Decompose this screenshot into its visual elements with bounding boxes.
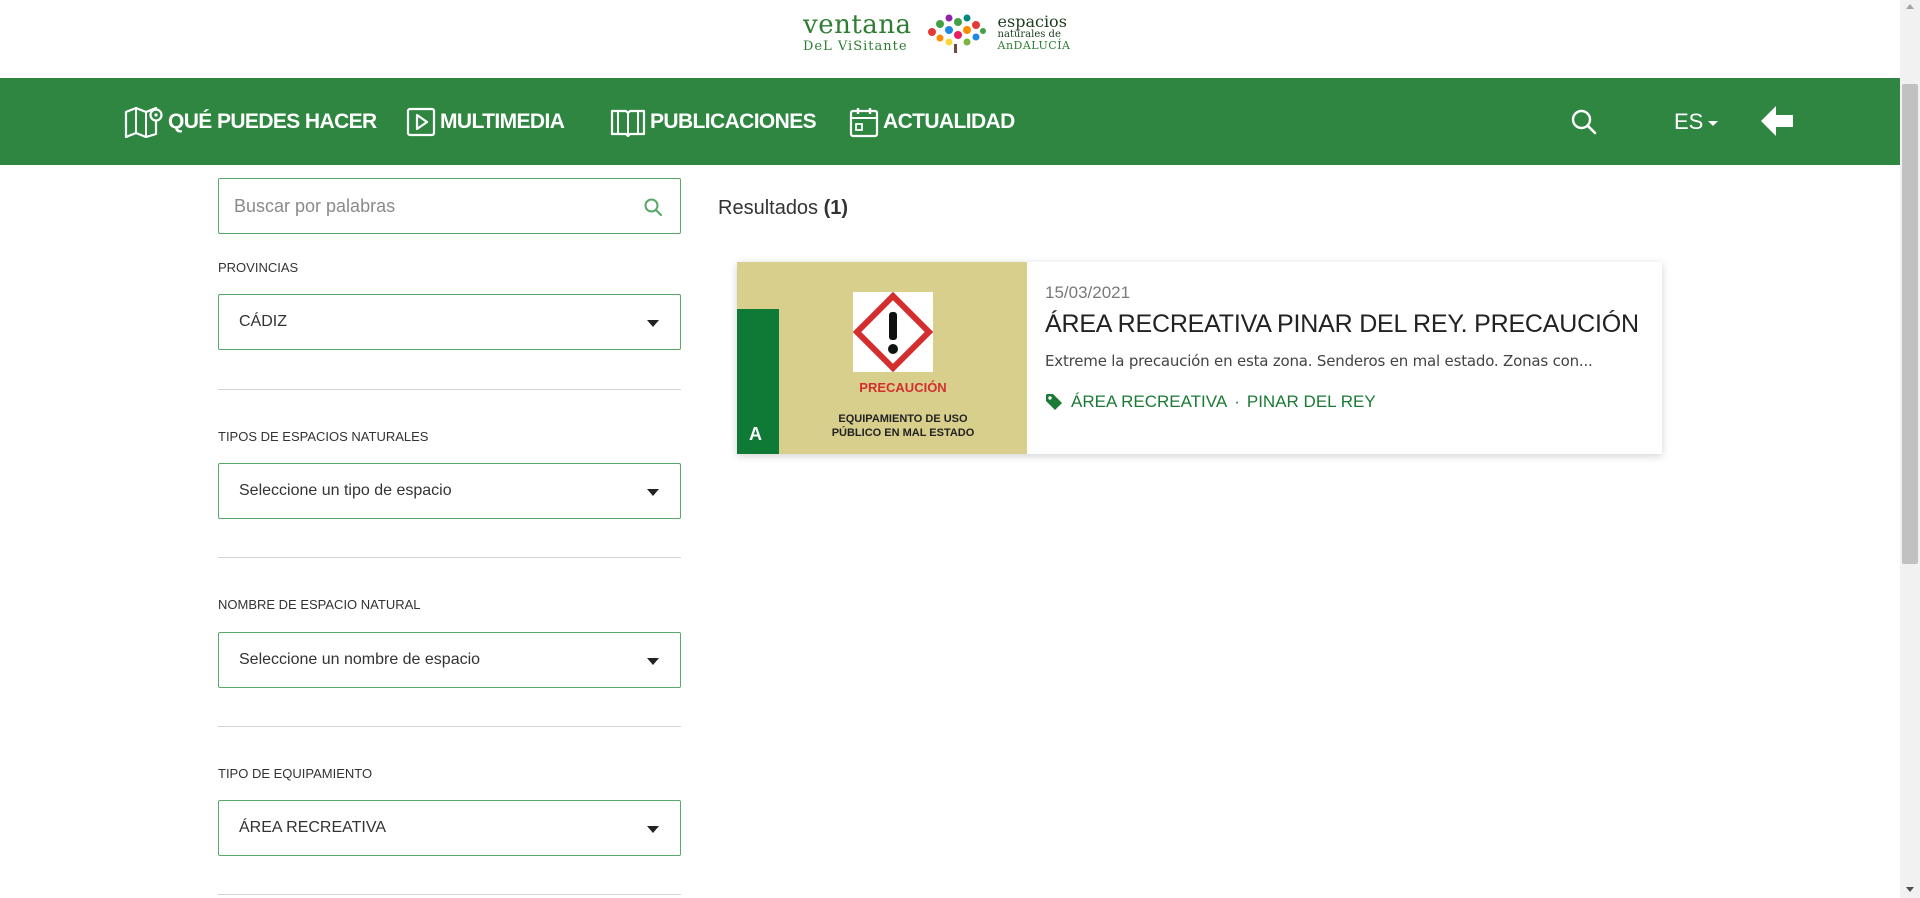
logo-visitante: DeL ViSitante	[803, 38, 908, 54]
dropdown-arrow-icon	[647, 489, 659, 496]
keyword-search-input[interactable]	[234, 179, 634, 233]
scroll-thumb[interactable]	[1902, 84, 1918, 564]
results-count: (1)	[823, 197, 849, 219]
nav-label: QUÉ PUEDES HACER	[168, 109, 377, 133]
filter-label-tipos-espacios: TIPOS DE ESPACIOS NATURALES	[218, 429, 429, 444]
result-description: Extreme la precaución en esta zona. Send…	[1045, 352, 1593, 370]
nav-publicaciones[interactable]: PUBLICACIONES	[610, 78, 817, 165]
result-title[interactable]: ÁREA RECREATIVA PINAR DEL REY. PRECAUCIÓ…	[1045, 310, 1639, 339]
back-arrow-icon[interactable]	[1758, 102, 1796, 140]
logo-espacios: espacios	[997, 11, 1067, 31]
select-value: CÁDIZ	[239, 313, 287, 330]
nav-que-puedes-hacer[interactable]: QUÉ PUEDES HACER	[124, 78, 377, 165]
thumbnail-caption-line1: EQUIPAMIENTO DE USO	[838, 413, 968, 425]
dropdown-arrow-icon	[647, 320, 659, 327]
dropdown-arrow-icon	[647, 658, 659, 665]
map-pin-icon	[124, 106, 163, 138]
thumbnail-caption: EQUIPAMIENTO DE USO PÚBLICO EN MAL ESTAD…	[779, 412, 1027, 440]
nav-label: ACTUALIDAD	[883, 109, 1015, 133]
site-logo[interactable]: ventana DeL ViSitante espacios naturales…	[803, 10, 1071, 54]
logo-text-left: ventana DeL ViSitante	[803, 12, 912, 53]
result-thumbnail[interactable]: A PRECAUCIÓN EQUIPAMIENTO DE USO PÚBLICO…	[737, 262, 1027, 454]
divider	[218, 557, 681, 558]
select-provincia[interactable]: CÁDIZ	[218, 294, 681, 350]
dropdown-arrow-icon	[647, 826, 659, 833]
select-tipo-espacio[interactable]: Seleccione un tipo de espacio	[218, 463, 681, 519]
logo-tree-icon	[927, 14, 986, 53]
filter-label-tipo-equipamiento: TIPO DE EQUIPAMIENTO	[218, 766, 373, 781]
result-tags: ÁREA RECREATIVA · PINAR DEL REY	[1045, 392, 1376, 412]
nav-label: PUBLICACIONES	[650, 109, 817, 133]
scroll-up-arrow-icon[interactable]	[1906, 4, 1914, 9]
book-icon	[610, 109, 646, 137]
tag-separator: ·	[1234, 392, 1240, 411]
logo-ventana: ventana	[803, 9, 912, 40]
select-tipo-equipamiento[interactable]: ÁREA RECREATIVA	[218, 800, 681, 856]
nav-multimedia[interactable]: MULTIMEDIA	[406, 78, 565, 165]
filter-label-nombre-espacio: NOMBRE DE ESPACIO NATURAL	[218, 597, 421, 612]
nav-actualidad[interactable]: ACTUALIDAD	[849, 78, 1015, 165]
tag-pinar-del-rey[interactable]: PINAR DEL REY	[1247, 392, 1376, 412]
results-label: Resultados	[718, 197, 819, 219]
chevron-down-icon	[1708, 121, 1719, 126]
language-selector[interactable]: ES	[1674, 78, 1719, 165]
result-card[interactable]: A PRECAUCIÓN EQUIPAMIENTO DE USO PÚBLICO…	[737, 262, 1662, 454]
play-icon	[406, 107, 436, 136]
logo-naturales: naturales de	[997, 28, 1061, 40]
thumbnail-heading: PRECAUCIÓN	[859, 380, 947, 395]
thumbnail-caption-line2: PÚBLICO EN MAL ESTADO	[831, 427, 975, 439]
select-nombre-espacio[interactable]: Seleccione un nombre de espacio	[218, 632, 681, 688]
junta-logo: A	[749, 424, 762, 444]
divider	[218, 894, 681, 895]
logo-andalucia: AnDALUCÍA	[997, 38, 1071, 52]
tag-icon	[1046, 394, 1062, 410]
language-label: ES	[1674, 108, 1704, 134]
logo-text-right: espacios naturales de AnDALUCÍA	[997, 11, 1071, 52]
select-value: Seleccione un nombre de espacio	[239, 651, 481, 668]
search-icon[interactable]	[1570, 108, 1598, 136]
results-heading: Resultados (1)	[718, 197, 848, 220]
filter-label-provincias: PROVINCIAS	[218, 260, 299, 275]
nav-label: MULTIMEDIA	[440, 109, 565, 133]
select-value: Seleccione un tipo de espacio	[239, 482, 452, 499]
result-date: 15/03/2021	[1045, 283, 1131, 302]
scroll-down-arrow-icon[interactable]	[1906, 887, 1914, 892]
calendar-icon	[849, 107, 879, 137]
divider	[218, 389, 681, 390]
search-icon[interactable]	[643, 197, 663, 217]
divider	[218, 726, 681, 727]
site-header: ventana DeL ViSitante espacios naturales…	[0, 0, 1900, 78]
keyword-search-box[interactable]	[218, 178, 681, 234]
warning-sign-icon	[853, 292, 933, 372]
tag-area-recreativa[interactable]: ÁREA RECREATIVA	[1071, 392, 1227, 412]
page-scrollbar[interactable]	[1900, 0, 1920, 898]
select-value: ÁREA RECREATIVA	[239, 819, 386, 836]
main-nav: QUÉ PUEDES HACER MULTIMEDIA PUBLICACIONE…	[0, 78, 1900, 165]
